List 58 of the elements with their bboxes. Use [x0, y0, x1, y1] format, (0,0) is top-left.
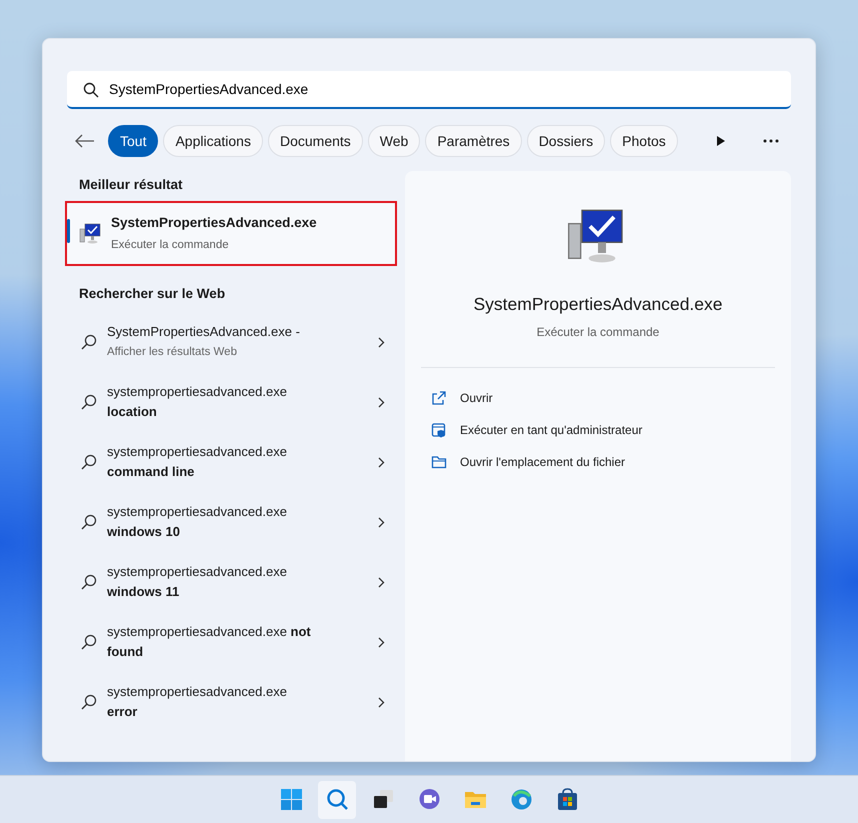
filter-tab[interactable]: Photos [610, 125, 678, 157]
chevron-right-icon [378, 336, 385, 348]
chevron-right-icon [378, 516, 385, 528]
filter-tab[interactable]: Web [368, 125, 420, 157]
suggestion-text: systempropertiesadvanced.exe [107, 383, 288, 401]
app-subtitle: Exécuter la commande [536, 324, 660, 342]
section-heading: Rechercher sur le Web [78, 284, 226, 303]
suggestion-text: systempropertiesadvanced.exe [107, 443, 288, 461]
filter-tab[interactable]: Tout [108, 125, 158, 157]
suggestion-subtitle: Afficher les résultats Web [107, 345, 238, 360]
best-match-result[interactable]: SystemPropertiesAdvanced.exe Exécuter la commande [67, 203, 395, 264]
filter-tab[interactable]: Paramètres [425, 125, 522, 157]
app-title: SystemPropertiesAdvanced.exe [473, 293, 723, 316]
web-search-suggestion[interactable]: systempropertiesadvanced.exe command line [67, 432, 395, 492]
search-icon [81, 634, 97, 650]
search-icon [81, 394, 97, 410]
web-search-suggestion[interactable]: systempropertiesadvanced.exe windows 11 [67, 552, 395, 612]
chevron-right-icon [378, 636, 385, 648]
chevron-right-icon [378, 576, 385, 588]
search-icon [81, 694, 97, 710]
search-icon [81, 454, 97, 470]
folder-icon [431, 454, 447, 470]
search-field[interactable]: SystemPropertiesAdvanced.exe [67, 71, 791, 109]
chevron-right-icon [378, 456, 385, 468]
filter-tab[interactable]: Applications [163, 125, 263, 157]
suggestion-text: systempropertiesadvanced.exe [107, 503, 288, 521]
suggestion-text: systempropertiesadvanced.exe [107, 683, 288, 701]
action-link[interactable]: Exécuter en tant qu'administrateur [431, 414, 791, 446]
suggestion-text: windows 11 [107, 583, 180, 601]
suggestion-text: systempropertiesadvanced.exe not [107, 623, 312, 641]
chevron-right-icon [378, 696, 385, 708]
action-link[interactable]: Ouvrir l'emplacement du fichier [431, 446, 791, 478]
open-external-icon [431, 390, 447, 406]
search-icon [81, 514, 97, 530]
search-icon [81, 574, 97, 590]
suggestion-text: error [107, 703, 138, 721]
chevron-right-icon [378, 396, 385, 408]
computer-check-icon [79, 222, 103, 246]
search-icon[interactable] [318, 780, 356, 818]
suggestion-text: SystemPropertiesAdvanced.exe - [107, 323, 301, 341]
result-subtitle: Exécuter la commande [111, 238, 230, 252]
shield-window-icon [431, 422, 447, 438]
filter-tab[interactable]: Documents [268, 125, 363, 157]
suggestion-text: command line [107, 463, 196, 481]
suggestion-text: systempropertiesadvanced.exe [107, 563, 288, 581]
web-search-suggestion[interactable]: systempropertiesadvanced.exe location [67, 372, 395, 432]
result-title: SystemPropertiesAdvanced.exe [111, 214, 317, 232]
web-search-suggestion[interactable]: systempropertiesadvanced.exe windows 10 [67, 492, 395, 552]
suggestion-text: windows 10 [107, 523, 181, 541]
suggestion-text: location [107, 403, 158, 421]
web-search-suggestion[interactable]: systempropertiesadvanced.exe not found [67, 612, 395, 672]
filter-tab[interactable]: Dossiers [526, 125, 606, 157]
web-search-suggestion[interactable]: systempropertiesadvanced.exe error [67, 672, 395, 732]
web-search-suggestion[interactable]: SystemPropertiesAdvanced.exe - Afficher les résultats Web [67, 312, 395, 372]
search-icon [81, 334, 97, 350]
section-heading: Meilleur résultat [78, 176, 184, 194]
action-link[interactable]: Ouvrir [431, 382, 791, 414]
suggestion-text: found [107, 643, 144, 661]
